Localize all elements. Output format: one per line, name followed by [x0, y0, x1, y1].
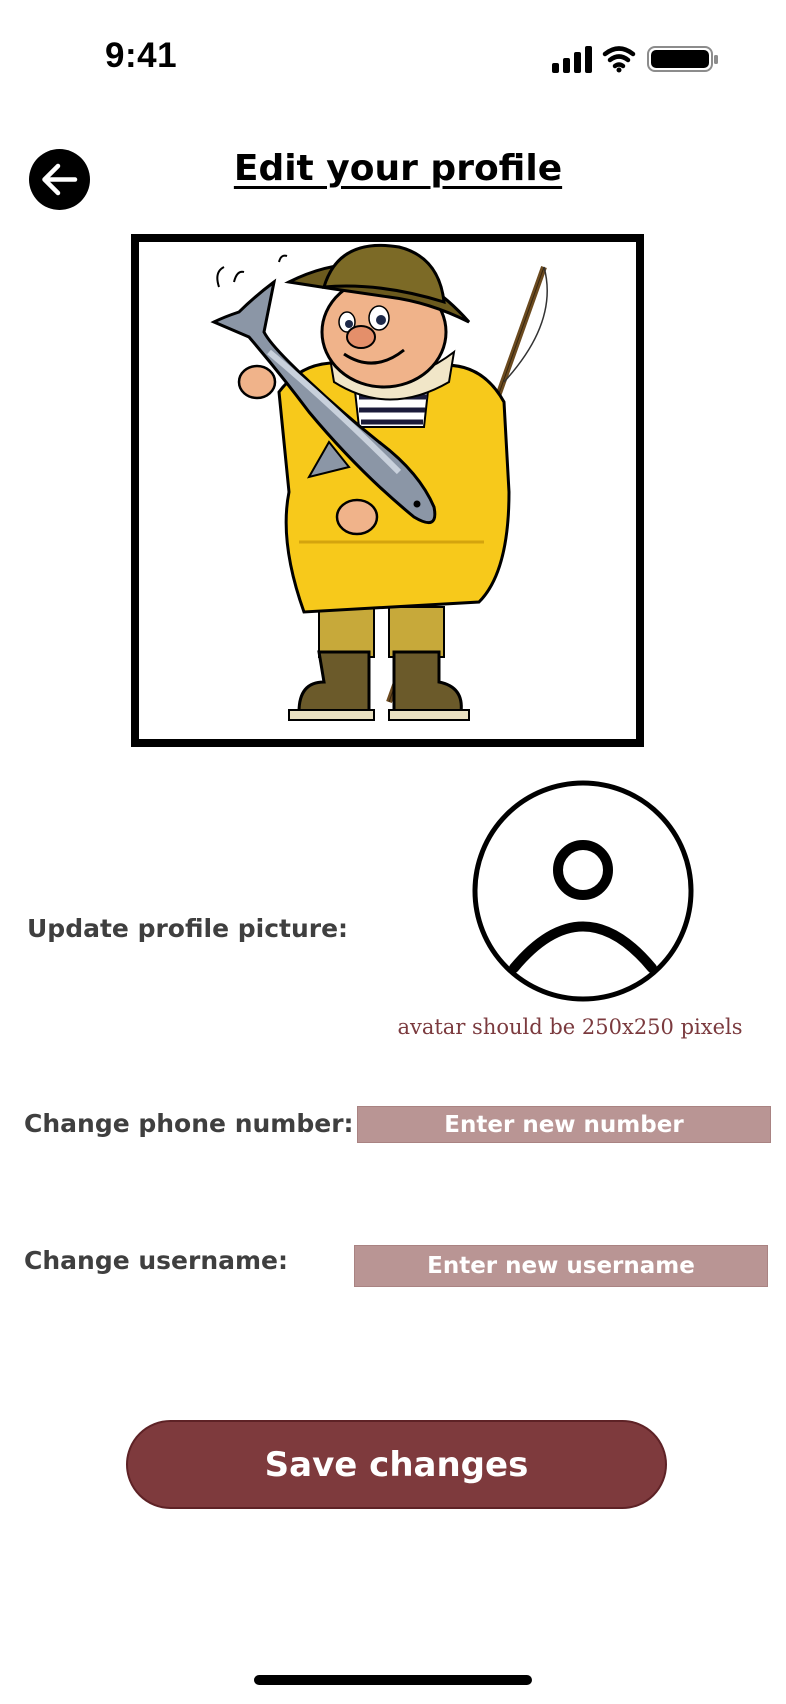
update-profile-picture-label: Update profile picture: — [27, 914, 349, 943]
user-avatar-icon — [472, 780, 694, 1002]
page-title: Edit your profile — [233, 148, 563, 189]
save-changes-button[interactable]: Save changes — [126, 1420, 667, 1509]
status-time: 9:41 — [105, 36, 178, 75]
wifi-icon — [602, 46, 636, 73]
avatar-picker[interactable] — [472, 780, 694, 1002]
status-icons — [550, 44, 722, 74]
edit-profile-screen: 9:41 Edit your profile Update profile pi… — [0, 0, 786, 1704]
change-username-label: Change username: — [24, 1246, 289, 1275]
battery-icon — [647, 46, 718, 72]
phone-number-input[interactable]: Enter new number — [357, 1106, 771, 1143]
username-input[interactable]: Enter new username — [354, 1245, 768, 1287]
home-indicator[interactable] — [254, 1675, 532, 1685]
fisherman-illustration — [210, 243, 548, 721]
change-phone-number-label: Change phone number: — [24, 1109, 354, 1138]
avatar-size-hint: avatar should be 250x250 pixels — [397, 1015, 743, 1039]
profile-image — [131, 234, 644, 747]
cellular-signal-icon — [552, 46, 592, 73]
